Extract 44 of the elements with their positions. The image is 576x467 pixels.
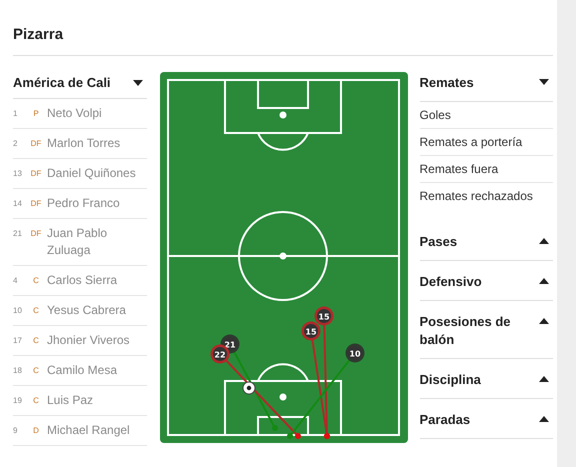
player-marker[interactable]: 15 (301, 322, 320, 340)
section-header[interactable]: Pases (420, 233, 520, 251)
player-number: 17 (13, 335, 23, 347)
player-number: 2 (13, 138, 18, 150)
player-number: 19 (13, 395, 23, 407)
section-header[interactable]: Remates (420, 74, 520, 92)
caret-icon[interactable] (539, 79, 549, 85)
caret-icon[interactable] (539, 376, 549, 382)
player-number: 9 (13, 425, 18, 437)
panel-title: Pizarra (13, 0, 553, 56)
stat-link[interactable]: Remates fuera (420, 156, 553, 183)
player-marker[interactable]: 15 (314, 306, 333, 326)
section-header[interactable]: Disciplina (420, 371, 520, 389)
stat-link[interactable]: Goles (420, 102, 553, 129)
player-position: D (32, 425, 40, 437)
section-header[interactable]: Posesiones de balón (420, 313, 520, 349)
caret-icon[interactable] (539, 238, 549, 244)
player-number: 18 (13, 365, 23, 377)
player-number: 13 (13, 168, 23, 180)
player-position: DF (30, 138, 42, 150)
caret-icon[interactable] (539, 318, 549, 324)
player-position: C (32, 305, 40, 317)
player-position: C (32, 365, 40, 377)
player-number: 1 (13, 108, 18, 120)
section-header[interactable]: Paradas (420, 411, 520, 429)
stat-link[interactable]: Remates a portería (420, 129, 553, 156)
player-number: 4 (13, 275, 18, 287)
player-number: 21 (13, 228, 23, 240)
caret-icon[interactable] (539, 278, 549, 284)
player-number: 14 (13, 198, 23, 210)
player-position: DF (30, 228, 42, 240)
player-position: C (32, 335, 40, 347)
player-position: C (32, 275, 40, 287)
caret-icon[interactable] (132, 80, 142, 86)
stat-link[interactable]: Remates rechazados (420, 183, 553, 209)
player-position: DF (30, 198, 42, 210)
player-number: 10 (13, 305, 23, 317)
player-marker[interactable]: 10 (345, 344, 364, 362)
player-position: P (32, 108, 40, 120)
team-selector[interactable]: América de Cali (13, 75, 111, 90)
caret-icon[interactable] (539, 416, 549, 422)
player-position: DF (30, 168, 42, 180)
player-position: C (32, 395, 40, 407)
section-header[interactable]: Defensivo (420, 273, 520, 291)
